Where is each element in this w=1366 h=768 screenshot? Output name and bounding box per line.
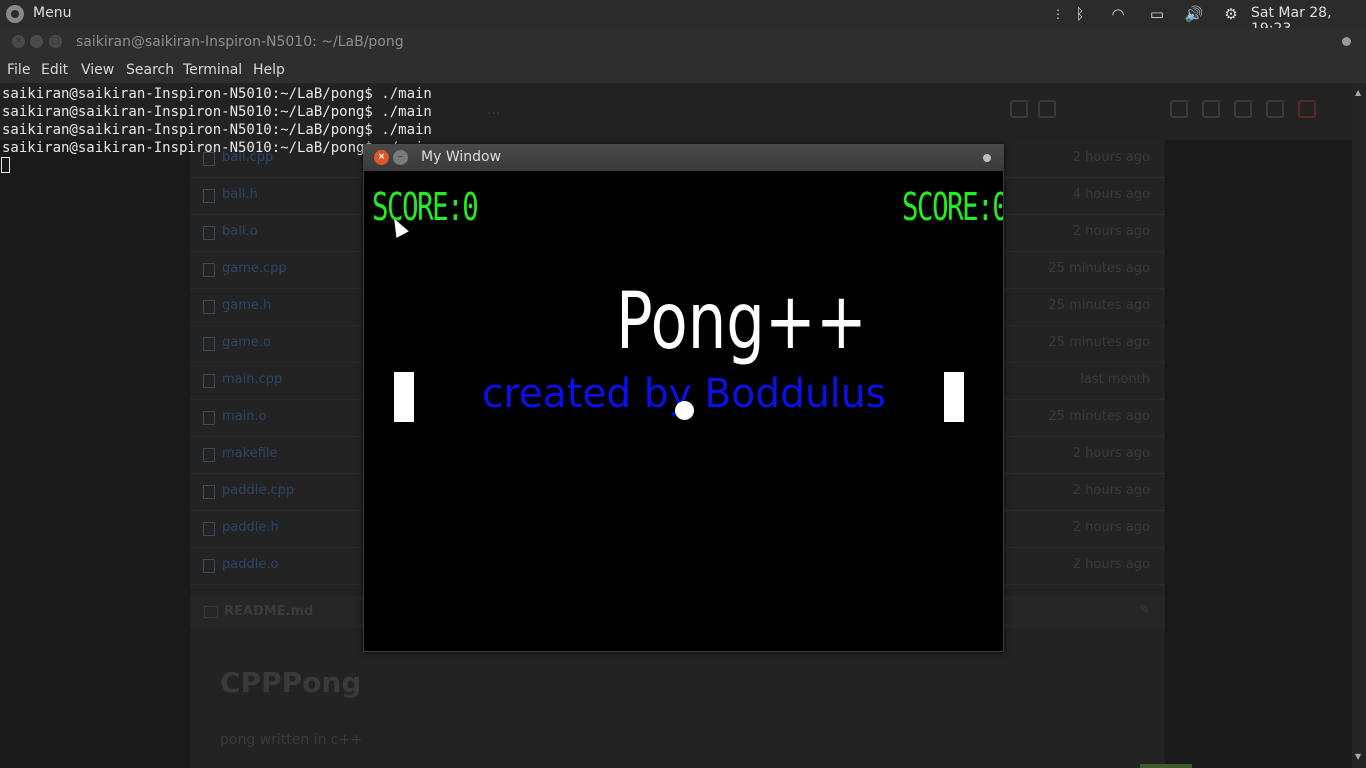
menu-file[interactable]: File [7,62,30,78]
game-window-menu-dot-icon[interactable] [983,154,991,162]
background-file-name: ball.o [222,224,258,239]
bluetooth-icon[interactable]: ᛒ [1070,4,1090,24]
account-icon [1266,100,1284,118]
background-file-time: 2 hours ago [1072,483,1150,498]
game-window-title: My Window [421,149,502,165]
menu-view[interactable]: View [81,62,114,78]
background-file-name: game.o [222,335,271,350]
extension-icon [1170,100,1188,118]
bookmark-star-icon [1038,100,1056,118]
library-icon [1202,100,1220,118]
edit-pencil-icon: ✎ [1139,603,1150,618]
background-file-name: paddle.cpp [222,483,295,498]
game-window-close-button[interactable]: × [374,150,389,165]
game-title-text: Pong++ [616,277,867,367]
terminal-scrollbar[interactable] [1352,83,1366,768]
terminal-maximize-button[interactable]: □ [49,35,62,48]
file-icon [203,522,215,536]
file-icon [203,448,215,462]
background-file-time: 2 hours ago [1072,557,1150,572]
background-file-time: 25 minutes ago [1048,261,1150,276]
background-file-time: 2 hours ago [1072,224,1150,239]
settings-gear-icon[interactable]: ⚙ [1220,4,1242,24]
terminal-minimize-button[interactable]: – [30,35,43,48]
background-file-name: main.o [222,409,267,424]
terminal-cursor [1,157,10,173]
background-file-time: 2 hours ago [1072,446,1150,461]
terminal-menu-dot-icon[interactable] [1342,37,1351,46]
sidebar-icon [1234,100,1252,118]
background-file-name: game.h [222,298,272,313]
menu-button[interactable]: Menu [33,5,71,21]
scroll-up-arrow-icon[interactable]: ▲ [1355,88,1361,97]
file-icon [203,337,215,351]
left-paddle [394,372,414,422]
ball [675,401,694,420]
overflow-dots-icon[interactable]: ⋮ [1052,4,1064,24]
background-readme-text: pong written in c++ [220,732,363,748]
background-file-name: paddle.o [222,557,279,572]
game-window-minimize-button[interactable]: – [393,150,408,165]
score-right: SCORE:0 [902,185,1003,229]
file-icon [203,300,215,314]
background-file-name: paddle.h [222,520,279,535]
terminal-line: saikiran@saikiran-Inspiron-N5010:~/LaB/p… [2,122,432,138]
pocket-icon [1010,100,1028,118]
file-icon [203,263,215,277]
battery-icon[interactable]: ▭ [1144,4,1170,24]
file-icon [203,374,215,388]
menu-search[interactable]: Search [126,62,174,78]
terminal-close-button[interactable]: × [12,35,25,48]
volume-icon[interactable]: 🔊 [1182,4,1206,24]
game-window: × – My Window SCORE:0 SCORE:0 Pong++ cre… [363,144,1004,652]
background-readme-heading: CPPPong [220,666,362,699]
background-readme-label: README.md [224,604,314,619]
right-paddle [944,372,964,422]
file-icon [203,411,215,425]
background-progress-bar [1140,764,1192,768]
menu-help[interactable]: Help [253,62,285,78]
background-file-time: last month [1080,372,1150,387]
background-file-time: 4 hours ago [1072,187,1150,202]
background-file-name: game.cpp [222,261,287,276]
game-canvas[interactable]: SCORE:0 SCORE:0 Pong++ created by Boddul… [364,171,1003,651]
background-file-time: 25 minutes ago [1048,298,1150,313]
terminal-title: saikiran@saikiran-Inspiron-N5010: ~/LaB/… [76,34,404,50]
file-icon [203,559,215,573]
background-file-time: 25 minutes ago [1048,409,1150,424]
wifi-icon[interactable]: ◠ [1106,4,1130,24]
terminal-menubar: File Edit View Search Terminal Help [0,56,1366,83]
file-icon [203,485,215,499]
addon-icon [1298,100,1316,118]
book-icon [204,606,218,618]
background-file-name: ball.h [222,187,258,202]
menu-edit[interactable]: Edit [41,62,68,78]
file-icon [203,189,215,203]
game-window-titlebar[interactable]: × – My Window [363,144,1004,171]
ubuntu-logo-icon[interactable] [6,5,24,23]
background-file-name: makefile [222,446,278,461]
terminal-line: saikiran@saikiran-Inspiron-N5010:~/LaB/p… [2,86,432,102]
background-file-time: 25 minutes ago [1048,335,1150,350]
menu-terminal[interactable]: Terminal [183,62,242,78]
background-browser-url: ... [487,102,501,118]
background-file-time: 2 hours ago [1072,150,1150,165]
terminal-line: saikiran@saikiran-Inspiron-N5010:~/LaB/p… [2,104,432,120]
background-file-name: main.cpp [222,372,283,387]
file-icon [203,226,215,240]
scroll-down-arrow-icon[interactable]: ▼ [1355,752,1361,761]
background-file-time: 2 hours ago [1072,520,1150,535]
top-panel: Menu ⋮ ᛒ ◠ ▭ 🔊 ⚙ Sat Mar 28, 19:23 [0,0,1366,37]
